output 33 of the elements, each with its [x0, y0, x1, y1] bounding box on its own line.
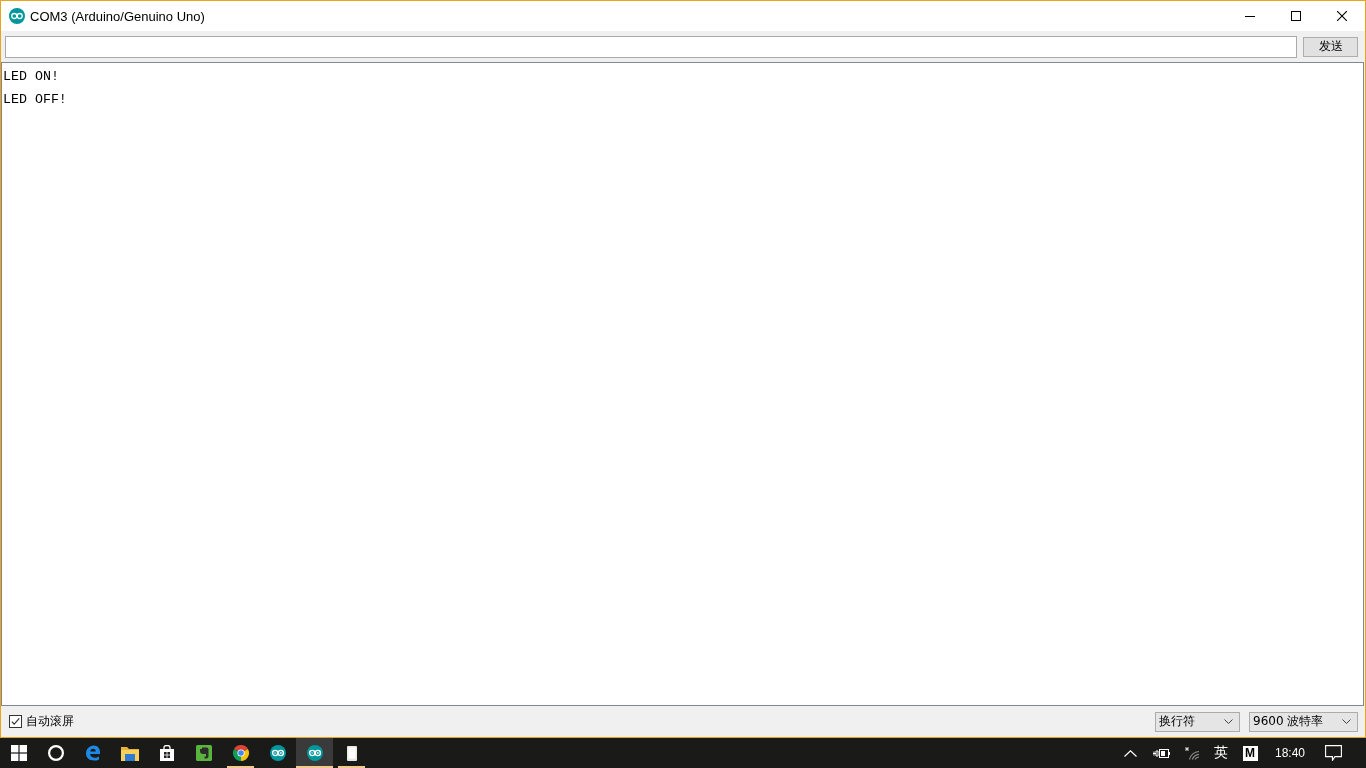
- taskbar-button[interactable]: [296, 738, 333, 768]
- round-segments-icon: [232, 745, 249, 761]
- autoscroll-checkbox[interactable]: [9, 715, 22, 728]
- logo-icon: [9, 8, 25, 24]
- battery-plug-icon[interactable]: [1153, 747, 1170, 759]
- window-title: COM3 (Arduino/Genuino Uno): [30, 8, 205, 24]
- output-line: LED OFF!: [3, 92, 67, 107]
- message-input-field[interactable]: [5, 35, 1297, 58]
- minimize-icon: [1245, 15, 1255, 17]
- speech-bubble-icon[interactable]: [1324, 745, 1342, 761]
- caret-icon: [1224, 719, 1233, 724]
- tablet-icon: [346, 745, 357, 761]
- clock[interactable]: 18:40: [1275, 746, 1305, 760]
- line-ending-dropdown[interactable]: 换行符: [1155, 711, 1240, 732]
- chevron-up-icon[interactable]: [1123, 749, 1137, 757]
- maximize-icon: [1291, 11, 1301, 21]
- ring-icon: [47, 745, 64, 761]
- shopping-bag-icon: [158, 745, 175, 761]
- caret-icon: [1342, 719, 1351, 724]
- infinity-icon: [269, 745, 286, 761]
- four-squares-icon: [10, 745, 27, 761]
- infinity-icon: [306, 745, 323, 761]
- app-tile-icon: [195, 745, 212, 761]
- output-line: LED ON!: [3, 69, 59, 84]
- ime-mode-button[interactable]: M: [1242, 745, 1258, 761]
- input-language-indicator[interactable]: 英: [1214, 744, 1228, 762]
- letter-e-icon: [84, 745, 101, 761]
- folder-icon: [120, 745, 139, 761]
- send-button[interactable]: 发送: [1303, 36, 1358, 57]
- autoscroll-label: 自动滚屏: [26, 713, 74, 730]
- wifi-icon[interactable]: [1184, 746, 1200, 760]
- close-icon: [1337, 11, 1347, 21]
- baud-rate-dropdown[interactable]: 9600 波特率: [1249, 711, 1358, 732]
